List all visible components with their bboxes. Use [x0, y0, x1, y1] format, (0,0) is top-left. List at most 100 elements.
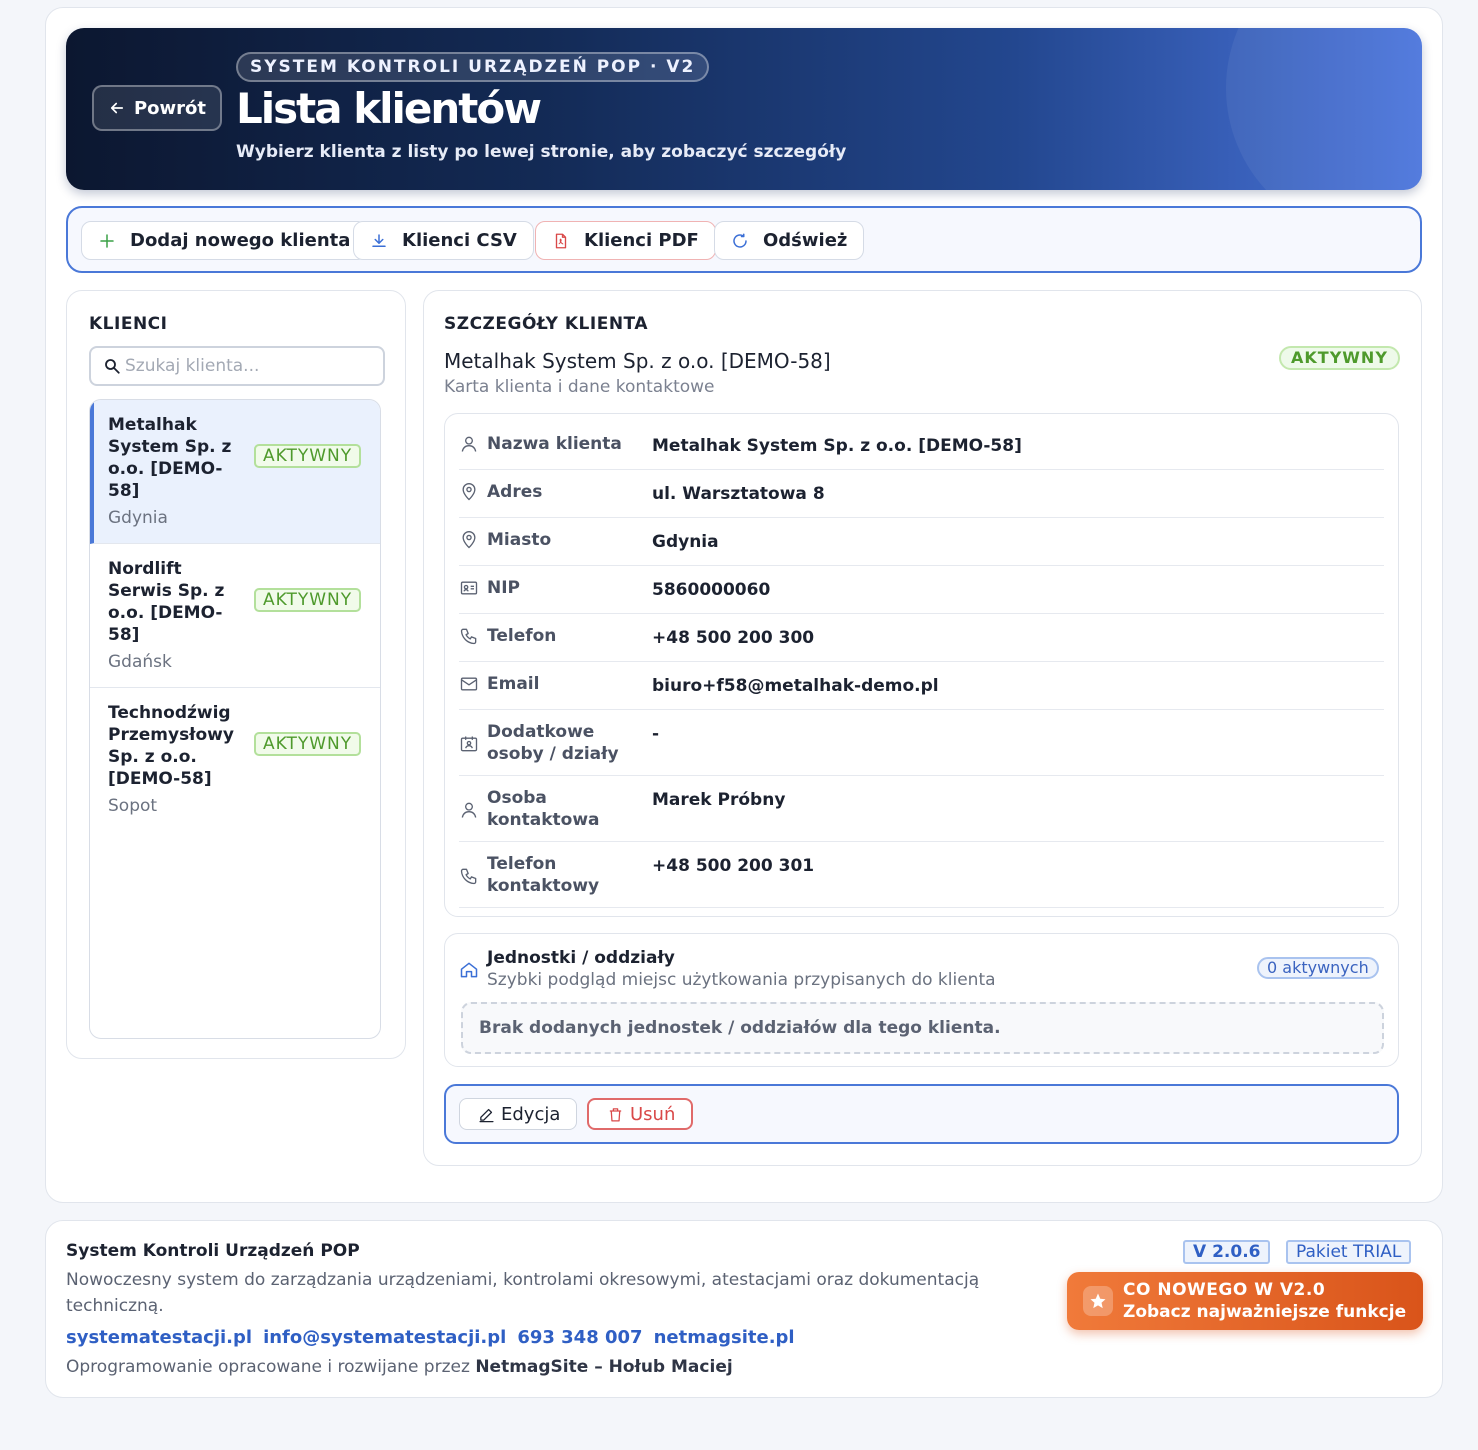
field-value: -	[652, 724, 660, 744]
back-button[interactable]: Powrót	[92, 85, 222, 131]
id-card-icon	[460, 581, 478, 595]
units-empty-state: Brak dodanych jednostek / oddziałów dla …	[461, 1002, 1384, 1054]
field-label: Dodatkowe osoby / działy	[487, 722, 619, 764]
export-pdf-button[interactable]: Klienci PDF	[535, 221, 716, 260]
delete-button[interactable]: Usuń	[587, 1098, 694, 1130]
field-row-contact-person: Osoba kontaktowa Marek Próbny	[459, 776, 1384, 842]
clients-sidebar: KLIENCI Metalhak System Sp. z o.o. [DEMO…	[66, 290, 406, 1059]
edit-button[interactable]: Edycja	[459, 1098, 578, 1130]
plan-badge: Pakiet TRIAL	[1286, 1240, 1412, 1264]
refresh-icon	[733, 233, 747, 248]
client-city: Sopot	[108, 796, 158, 816]
sidebar-title: KLIENCI	[89, 314, 168, 334]
whats-new-button[interactable]: CO NOWEGO W V2.0 Zobacz najważniejsze fu…	[1067, 1272, 1423, 1330]
search-input[interactable]	[125, 356, 375, 376]
field-value: +48 500 200 300	[652, 628, 815, 648]
field-value: Metalhak System Sp. z o.o. [DEMO-58]	[652, 436, 1022, 456]
field-label: Telefon	[487, 626, 557, 646]
page-title: Lista klientów	[236, 84, 542, 133]
refresh-label: Odśwież	[763, 230, 848, 251]
field-label: NIP	[487, 578, 521, 598]
footer-credit: Oprogramowanie opracowane i rozwijane pr…	[66, 1357, 733, 1377]
download-icon	[372, 233, 386, 247]
field-row-additional-contacts: Dodatkowe osoby / działy -	[459, 710, 1384, 776]
status-badge: AKTYWNY	[254, 444, 362, 468]
footer-link-email[interactable]: info@systematestacji.pl	[263, 1327, 506, 1348]
field-label: Miasto	[487, 530, 552, 550]
trash-icon	[609, 1107, 622, 1122]
back-button-label: Powrót	[133, 97, 207, 119]
whats-new-subtitle: Zobacz najważniejsze funkcje	[1123, 1302, 1407, 1322]
star-icon	[1083, 1286, 1113, 1316]
contact-card-icon	[460, 736, 478, 752]
field-row-nip: NIP 5860000060	[459, 566, 1384, 614]
user-icon	[461, 436, 477, 452]
footer-credit-name: NetmagSite – Hołub Maciej	[475, 1357, 733, 1377]
plus-icon	[100, 233, 114, 248]
client-subheading: Karta klienta i dane kontaktowe	[444, 377, 715, 397]
field-row-contact-phone: Telefon kontaktowy +48 500 200 301	[459, 842, 1384, 908]
field-label: Telefon kontaktowy	[487, 854, 600, 896]
units-title: Jednostki / oddziały	[487, 948, 675, 968]
client-name: Nordlift Serwis Sp. z o.o. [DEMO-58]	[108, 559, 225, 645]
field-value: 5860000060	[652, 580, 771, 600]
field-label: Nazwa klienta	[487, 434, 622, 454]
whats-new-title: CO NOWEGO W V2.0	[1123, 1280, 1326, 1300]
status-badge: AKTYWNY	[254, 732, 362, 756]
status-badge: AKTYWNY	[1279, 346, 1400, 370]
search-icon	[105, 359, 120, 374]
field-value: Marek Próbny	[652, 790, 786, 810]
edit-button-label: Edycja	[501, 1103, 561, 1125]
footer-credit-prefix: Oprogramowanie opracowane i rozwijane pr…	[66, 1357, 470, 1377]
client-details-panel: SZCZEGÓŁY KLIENTA Metalhak System Sp. z …	[423, 290, 1422, 1166]
page-header: Powrót SYSTEM KONTROLI URZĄDZEŃ POP · V2…	[66, 28, 1422, 190]
system-chip: SYSTEM KONTROLI URZĄDZEŃ POP · V2	[236, 52, 710, 82]
client-city: Gdynia	[108, 508, 168, 528]
field-label: Osoba kontaktowa	[487, 788, 600, 830]
client-heading: Metalhak System Sp. z o.o. [DEMO-58]	[444, 349, 831, 373]
details-title: SZCZEGÓŁY KLIENTA	[444, 314, 648, 334]
pencil-icon	[479, 1108, 494, 1122]
field-row-client-name: Nazwa klienta Metalhak System Sp. z o.o.…	[459, 422, 1384, 470]
version-badge: V 2.0.6	[1183, 1240, 1271, 1264]
footer-description: Nowoczesny system do zarządzania urządze…	[66, 1270, 980, 1316]
field-value: biuro+f58@metalhak-demo.pl	[652, 676, 939, 696]
home-icon	[460, 962, 478, 978]
field-row-city: Miasto Gdynia	[459, 518, 1384, 566]
field-value: Gdynia	[652, 532, 719, 552]
export-csv-button[interactable]: Klienci CSV	[353, 221, 534, 260]
field-label: Email	[487, 674, 540, 694]
export-csv-label: Klienci CSV	[402, 230, 517, 251]
units-subtitle: Szybki podgląd miejsc użytkowania przypi…	[487, 970, 996, 990]
units-section: Jednostki / oddziały Szybki podgląd miej…	[444, 933, 1399, 1067]
header-decoration	[1226, 28, 1422, 190]
units-count-badge: 0 aktywnych	[1257, 957, 1379, 979]
client-city: Gdańsk	[108, 652, 172, 672]
pdf-file-icon	[555, 233, 567, 248]
field-row-address: Adres ul. Warsztatowa 8	[459, 470, 1384, 518]
footer-link-website[interactable]: systematestacji.pl	[66, 1327, 252, 1348]
client-name: Metalhak System Sp. z o.o. [DEMO-58]	[108, 415, 232, 501]
refresh-button[interactable]: Odśwież	[714, 221, 865, 260]
page-subtitle: Wybierz klienta z listy po lewej stronie…	[236, 142, 847, 162]
client-list-item[interactable]: Metalhak System Sp. z o.o. [DEMO-58] AKT…	[90, 400, 380, 544]
footer-title: System Kontroli Urządzeń POP	[66, 1241, 360, 1261]
map-pin-icon	[462, 483, 476, 501]
actions-bar: Edycja Usuń	[444, 1084, 1399, 1144]
client-list-item[interactable]: Technodźwig Przemysłowy Sp. z o.o. [DEMO…	[90, 688, 380, 832]
add-client-button[interactable]: Dodaj nowego klienta	[81, 221, 368, 260]
map-pin-icon	[462, 531, 476, 549]
export-pdf-label: Klienci PDF	[584, 230, 699, 251]
add-client-label: Dodaj nowego klienta	[130, 230, 351, 251]
delete-button-label: Usuń	[630, 1103, 676, 1125]
field-row-phone: Telefon +48 500 200 300	[459, 614, 1384, 662]
footer-link-phone[interactable]: 693 348 007	[517, 1327, 642, 1348]
client-name: Technodźwig Przemysłowy Sp. z o.o. [DEMO…	[108, 703, 234, 789]
client-list-item[interactable]: Nordlift Serwis Sp. z o.o. [DEMO-58] AKT…	[90, 544, 380, 688]
field-value: +48 500 200 301	[652, 856, 815, 876]
footer-link-netmagsite[interactable]: netmagsite.pl	[654, 1327, 795, 1348]
toolbar: Dodaj nowego klienta Klienci CSV Klienci…	[66, 206, 1422, 273]
field-label: Adres	[487, 482, 543, 502]
user-icon	[461, 802, 477, 818]
search-box[interactable]	[89, 346, 385, 386]
